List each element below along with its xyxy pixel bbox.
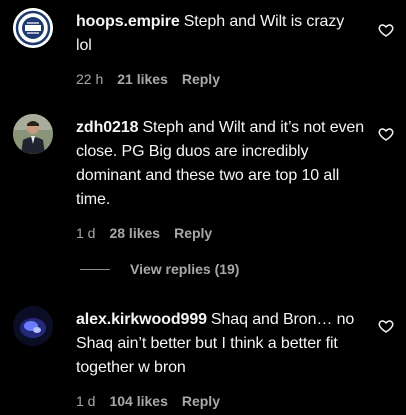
comment-text: zdh0218 Steph and Wilt and it’s not even … (76, 116, 364, 212)
comment-likes[interactable]: 21 likes (117, 70, 168, 88)
comment-meta: 1 d 28 likes Reply (76, 224, 364, 242)
comment-time: 1 d (76, 225, 96, 241)
reply-button[interactable]: Reply (182, 70, 220, 88)
reply-button[interactable]: Reply (182, 392, 220, 410)
comment-likes[interactable]: 104 likes (109, 392, 167, 410)
comment-username[interactable]: hoops.empire (76, 13, 180, 30)
heart-outline-icon[interactable] (378, 22, 394, 38)
view-replies-button[interactable]: View replies (19) (80, 260, 239, 278)
comment-likes[interactable]: 28 likes (109, 224, 160, 242)
heart-outline-icon[interactable] (378, 318, 394, 334)
comment-meta: 1 d 104 likes Reply (76, 392, 364, 410)
heart-outline-icon[interactable] (378, 126, 394, 142)
comment-time: 1 d (76, 393, 96, 409)
blue-lit-portrait-icon (13, 306, 53, 346)
hoops-empire-logo-icon (13, 8, 53, 48)
comment-meta: 22 h 21 likes Reply (76, 70, 364, 88)
avatar[interactable] (13, 8, 53, 48)
comment-username[interactable]: zdh0218 (76, 119, 139, 136)
comment-username[interactable]: alex.kirkwood999 (76, 311, 207, 328)
comment-time: 22 h (76, 71, 104, 87)
comment-text: alex.kirkwood999 Shaq and Bron… no Shaq a… (76, 308, 364, 380)
avatar[interactable] (13, 114, 53, 154)
person-in-suit-icon (13, 114, 53, 154)
view-replies-label: View replies (19) (130, 261, 240, 277)
reply-button[interactable]: Reply (174, 224, 212, 242)
divider (80, 268, 110, 270)
comment-text: hoops.empire Steph and Wilt is crazy lol (76, 10, 364, 58)
avatar[interactable] (13, 306, 53, 346)
